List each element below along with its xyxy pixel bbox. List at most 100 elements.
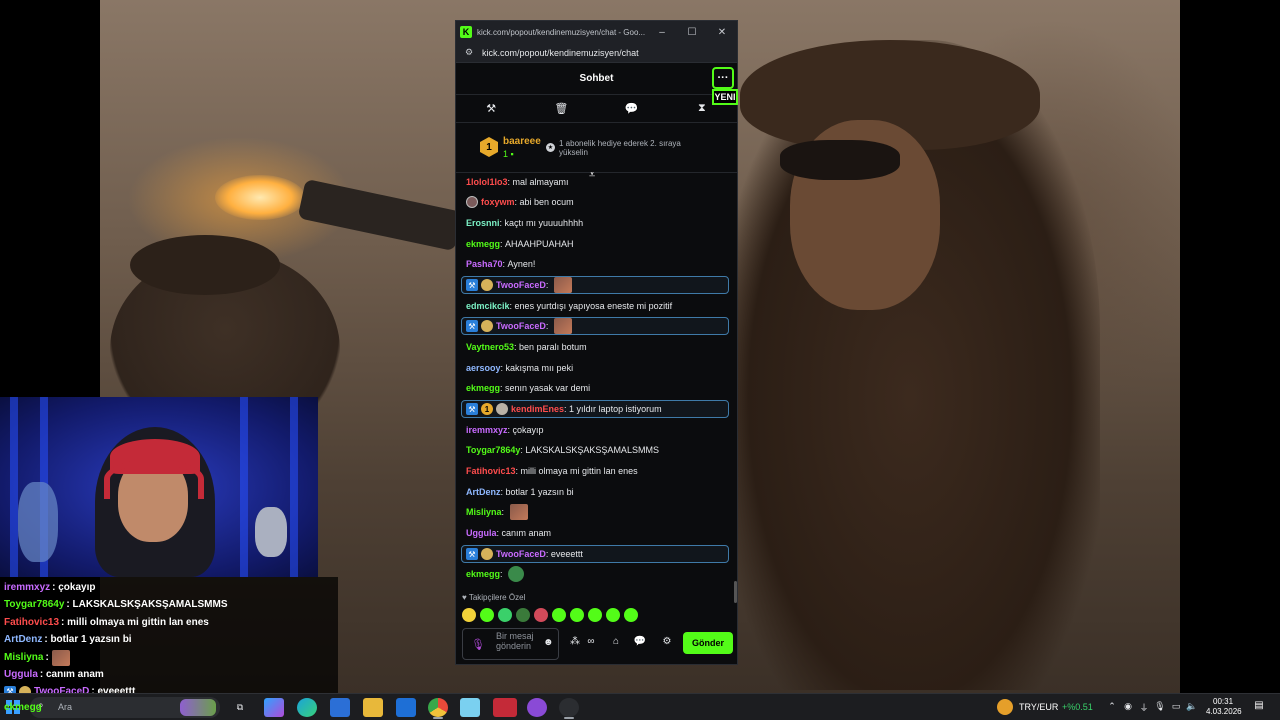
window-title: kick.com/popout/kendinemuzisyen/chat - G… (477, 27, 646, 37)
maximize-button[interactable]: ☐ (677, 21, 707, 43)
infinity-icon[interactable]: ∞ (584, 636, 598, 650)
site-settings-icon[interactable]: ⚙ (462, 46, 476, 60)
emoji-icon[interactable]: ☻ (543, 637, 555, 649)
store-icon[interactable]: ⌂ (609, 636, 623, 650)
message-username[interactable]: TwooFaceD (496, 280, 546, 290)
taskbar-search-box[interactable]: ⌕ Ara (30, 697, 220, 718)
revolver (297, 178, 463, 252)
chat-message-input[interactable]: 🎙 Bir mesaj gönderin ☻ (462, 628, 559, 660)
user-badge-icon (466, 196, 478, 208)
chat-title: Sohbet (579, 73, 614, 84)
emote-section-label: ♥ Takipçilere Özel (462, 593, 526, 602)
emote-toast-icon[interactable] (534, 608, 548, 622)
message-username[interactable]: kendimEnes (511, 404, 564, 414)
chat-rules-icon[interactable]: 💬 (633, 636, 647, 650)
obs-icon[interactable] (559, 698, 579, 717)
emote-kick-smile-icon[interactable] (552, 608, 566, 622)
emote-kick-happy-icon[interactable] (624, 608, 638, 622)
message-username[interactable]: Pasha70 (466, 259, 503, 269)
moderator-badge-icon: ⚒ (466, 279, 478, 291)
close-button[interactable]: ✕ (707, 21, 737, 43)
emote-picker-icon[interactable]: ⁂ (568, 636, 582, 650)
message-username[interactable]: Misliyna (466, 507, 502, 517)
notification-icon[interactable]: ▤ (1252, 700, 1266, 714)
message-username[interactable]: iremmxyz (466, 425, 508, 435)
send-button[interactable]: Gönder (683, 632, 733, 654)
message-username[interactable]: Erosnni (466, 218, 500, 228)
currency-pair[interactable]: TRY/EUR (1019, 702, 1058, 712)
microphone-icon[interactable]: 🎙 (471, 638, 485, 652)
ban-hammer-icon[interactable]: ⚒ (481, 102, 501, 115)
steam-icon[interactable]: ◉ (1122, 701, 1134, 713)
overlay-chat-line: Misliyna: (4, 649, 70, 666)
trash-icon[interactable]: 🗑 (551, 102, 571, 115)
messenger-icon[interactable] (527, 698, 547, 717)
message-username[interactable]: ekmegg (466, 383, 500, 393)
windows-taskbar: ⌕ Ara ⧉ TRY/EUR +%0.51 ⌃ ◉ ⏚ 🎙 ▭ 🔈 00:31… (0, 693, 1280, 720)
edge-icon[interactable] (297, 698, 317, 717)
emote-image (553, 277, 572, 293)
emote-image (509, 504, 528, 520)
clock-date[interactable]: 4.03.2026 (1206, 707, 1242, 716)
emote-kick-mask-icon[interactable] (606, 608, 620, 622)
subscriber-badge-icon (481, 320, 493, 332)
settings-gear-icon[interactable]: ⚙ (660, 636, 674, 650)
task-view-icon[interactable]: ⧉ (230, 698, 250, 717)
outlook-icon[interactable] (396, 698, 416, 717)
message-username[interactable]: 1lolol1lo3 (466, 177, 508, 187)
microphone-tray-icon[interactable]: 🎙 (1154, 701, 1166, 713)
message-username[interactable]: Vaytnero53 (466, 342, 514, 352)
notes-app-icon[interactable] (460, 698, 480, 717)
address-url[interactable]: kick.com/popout/kendinemuzisyen/chat (482, 48, 639, 58)
minimize-button[interactable]: – (647, 21, 677, 43)
chat-message-list: 1lolol1lo3: mal almayamı foxywm: abi ben… (456, 173, 737, 586)
search-placeholder: Ara (58, 702, 73, 712)
message-username[interactable]: ekmegg (466, 569, 500, 579)
message-username[interactable]: aersooy (466, 363, 501, 373)
usb-icon[interactable]: ⏚ (1138, 701, 1150, 713)
chat-message-highlighted: ⚒ TwooFaceD: (461, 276, 729, 294)
message-username[interactable]: ekmegg (466, 239, 500, 249)
window-titlebar[interactable]: K kick.com/popout/kendinemuzisyen/chat -… (456, 21, 737, 43)
emote-image (51, 649, 70, 666)
message-username[interactable]: Uggula (466, 528, 497, 538)
subscriber-badge-icon (481, 548, 493, 560)
clock-time[interactable]: 00:31 (1213, 697, 1233, 706)
muzzle-flash (215, 175, 305, 220)
leader-gift-count: 1 ▪ (503, 149, 514, 159)
emote-laugh-icon[interactable] (462, 608, 476, 622)
more-options-button[interactable]: ··· (712, 67, 734, 89)
chrome-icon[interactable] (428, 698, 448, 717)
sunglasses (780, 140, 900, 180)
emote-kick-cry-icon[interactable] (570, 608, 584, 622)
chat-bubble-icon[interactable]: 💬 (622, 102, 642, 115)
message-username[interactable]: Fatihovic13 (466, 466, 516, 476)
address-bar[interactable]: ⚙ kick.com/popout/kendinemuzisyen/chat (456, 43, 737, 63)
voice-app-icon[interactable] (493, 698, 517, 717)
chat-input-row: 🎙 Bir mesaj gönderin ☻ ⁂ ∞ ⌂ 💬 ⚙ Gönder (456, 624, 737, 664)
message-username[interactable]: TwooFaceD (496, 549, 546, 559)
network-icon[interactable]: ▭ (1170, 701, 1182, 713)
message-username[interactable]: edmcikcik (466, 301, 510, 311)
message-username[interactable]: foxywm (481, 197, 515, 207)
hourglass-icon[interactable]: ⧗ (692, 102, 712, 115)
chat-message-highlighted: ⚒ TwooFaceD: eveeettt (461, 545, 729, 563)
chat-message-highlighted: ⚒ 1 kendimEnes: 1 yıldır laptop istiyoru… (461, 400, 729, 418)
chat-message: iremmxyz: çokayıp (466, 425, 544, 435)
file-explorer-icon[interactable] (363, 698, 383, 717)
volume-icon[interactable]: 🔈 (1186, 701, 1198, 713)
message-username[interactable]: TwooFaceD (496, 321, 546, 331)
emote-angry-icon[interactable] (498, 608, 512, 622)
emote-green-face-icon[interactable] (480, 608, 494, 622)
tray-chevron-up-icon[interactable]: ⌃ (1106, 701, 1118, 713)
leader-username[interactable]: baareee (503, 136, 541, 147)
emote-dancer-icon[interactable] (516, 608, 530, 622)
message-username[interactable]: Toygar7864y (466, 445, 520, 455)
currency-widget-icon[interactable] (997, 699, 1013, 715)
copilot-icon[interactable] (264, 698, 284, 717)
store-app-icon[interactable] (330, 698, 350, 717)
message-username[interactable]: ArtDenz (466, 487, 501, 497)
kick-logo-icon: K (460, 26, 472, 38)
new-badge: YENI (712, 89, 738, 105)
emote-kick-skull-icon[interactable] (588, 608, 602, 622)
